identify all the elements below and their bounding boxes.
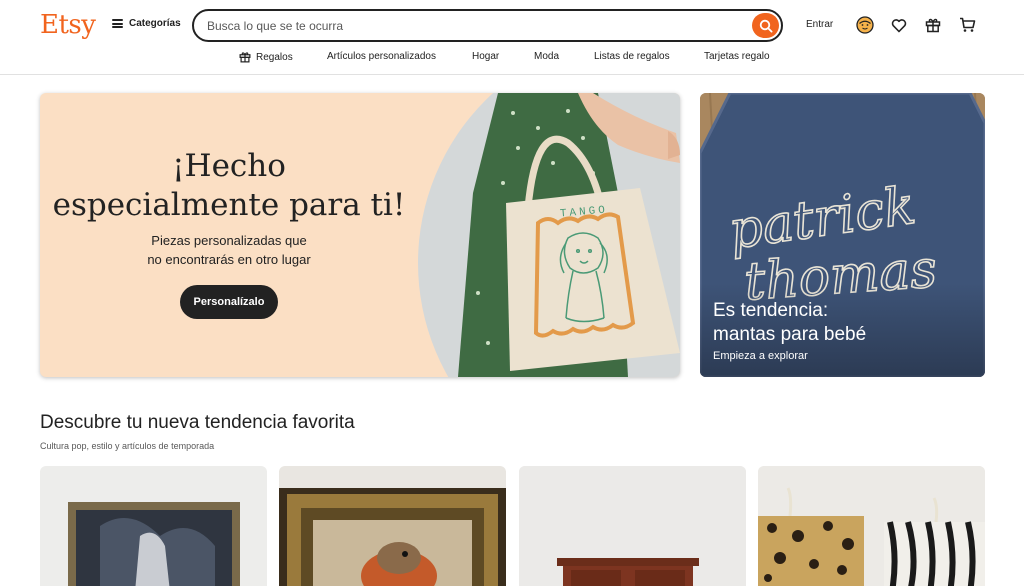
animal-print-candles-photo bbox=[758, 466, 985, 586]
product-card[interactable] bbox=[40, 466, 267, 586]
search-bar bbox=[192, 9, 783, 42]
avatar-button[interactable] bbox=[855, 15, 875, 35]
cart-button[interactable] bbox=[957, 15, 977, 35]
tote-bag-photo: TANGO bbox=[458, 93, 680, 377]
hero-title: ¡Hecho especialmente para ti! bbox=[40, 147, 418, 225]
product-card[interactable] bbox=[519, 466, 746, 586]
hero-subtitle-line1: Piezas personalizadas que bbox=[151, 233, 307, 248]
hero-subtitle: Piezas personalizadas que no encontrarás… bbox=[40, 231, 418, 269]
hero-subtitle-line2: no encontrarás en otro lugar bbox=[147, 252, 311, 267]
nav-item-registry[interactable]: Listas de regalos bbox=[594, 51, 670, 62]
category-nav: Regalos Artículos personalizados Hogar M… bbox=[0, 51, 1024, 67]
hero-title-line1: ¡Hecho bbox=[172, 148, 286, 184]
etsy-logo[interactable]: Etsy bbox=[40, 10, 96, 40]
promo-title-line2: mantas para bebé bbox=[713, 324, 867, 345]
gift-icon bbox=[239, 52, 251, 63]
nav-item-home[interactable]: Hogar bbox=[472, 51, 499, 62]
promo-title: Es tendencia: mantas para bebé bbox=[713, 299, 973, 347]
nav-item-gift-cards[interactable]: Tarjetas regalo bbox=[704, 51, 770, 62]
categories-label: Categorías bbox=[129, 18, 181, 29]
nav-item-gifts[interactable]: Regalos bbox=[239, 51, 293, 63]
product-card[interactable] bbox=[758, 466, 985, 586]
personalize-button[interactable]: Personalízalo bbox=[180, 285, 278, 319]
cart-icon bbox=[959, 17, 975, 32]
nav-item-fashion[interactable]: Moda bbox=[534, 51, 559, 62]
favorites-button[interactable] bbox=[889, 15, 909, 35]
heart-icon bbox=[891, 18, 907, 32]
categories-button[interactable]: Categorías bbox=[112, 18, 181, 29]
wooden-cabinet-photo bbox=[519, 466, 746, 586]
framed-bird-painting-photo bbox=[279, 488, 506, 586]
site-header: Etsy Categorías Entrar bbox=[0, 0, 1024, 75]
signin-link[interactable]: Entrar bbox=[806, 19, 833, 30]
nav-item-label: Regalos bbox=[256, 51, 293, 63]
section-title: Descubre tu nueva tendencia favorita bbox=[40, 412, 355, 433]
trending-promo-card[interactable]: patrick thomas Es tendencia: mantas para… bbox=[700, 93, 985, 377]
avatar-icon bbox=[856, 16, 874, 34]
search-input[interactable] bbox=[207, 17, 727, 35]
gift-icon bbox=[925, 18, 941, 33]
hero-banner[interactable]: TANGO ¡Hecho especialmente para ti! Piez… bbox=[40, 93, 680, 377]
framed-painting-photo bbox=[68, 502, 240, 586]
gifts-button[interactable] bbox=[923, 15, 943, 35]
hero-title-line2: especialmente para ti! bbox=[52, 187, 406, 223]
search-button[interactable] bbox=[752, 13, 779, 38]
nav-item-personalized[interactable]: Artículos personalizados bbox=[327, 51, 436, 62]
promo-subtitle: Empieza a explorar bbox=[713, 350, 808, 362]
hamburger-icon bbox=[112, 19, 123, 28]
promo-title-line1: Es tendencia: bbox=[713, 300, 829, 321]
section-subtitle: Cultura pop, estilo y artículos de tempo… bbox=[40, 441, 215, 451]
search-icon bbox=[759, 19, 773, 33]
product-card[interactable] bbox=[279, 466, 506, 586]
